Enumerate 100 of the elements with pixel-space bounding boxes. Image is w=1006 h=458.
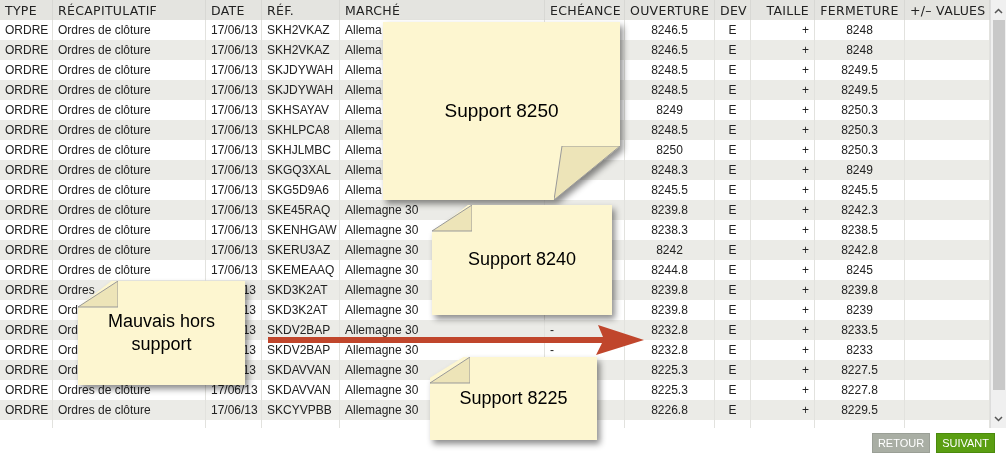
table-cell: Ordres de clôture — [58, 183, 151, 197]
table-cell: Ord — [58, 323, 78, 337]
table-cell: 17/06/13 — [211, 243, 258, 257]
table-cell: ORDRE — [5, 163, 49, 177]
table-cell: 8239.8 — [651, 303, 688, 317]
table-cell: + — [802, 383, 809, 397]
table-cell: Ordres de clôture — [58, 123, 151, 137]
table-cell: Ordres de clôture — [58, 403, 151, 417]
table-cell: E — [728, 103, 737, 117]
table-cell: 8242.8 — [841, 243, 878, 257]
table-cell: E — [728, 363, 737, 377]
table-cell: + — [802, 263, 809, 277]
table-cell: Allema — [345, 183, 382, 197]
table-cell: Allema — [345, 123, 382, 137]
table-cell: ORDRE — [5, 223, 49, 237]
table-cell: Allema — [345, 103, 382, 117]
table-cell: Allema — [345, 63, 382, 77]
table-cell: + — [802, 403, 809, 417]
table-cell: E — [728, 123, 737, 137]
table-cell: E — [728, 63, 737, 77]
table-cell: SKENHGAW — [267, 223, 337, 237]
table-cell: SKH2VKAZ — [267, 23, 330, 37]
table-cell: SKGQ3XAL — [267, 163, 332, 177]
table-cell: + — [802, 163, 809, 177]
table-cell: Ordres de clôture — [58, 43, 151, 57]
table-cell: Allemagne 30 — [345, 363, 419, 377]
table-cell: 17/06/13 — [211, 83, 258, 97]
table-cell: E — [728, 223, 737, 237]
table-cell: E — [728, 283, 737, 297]
table-cell: 8232.8 — [651, 323, 688, 337]
table-cell: E — [728, 43, 737, 57]
table-cell: Allemagne 30 — [345, 203, 419, 217]
table-cell: E — [728, 143, 737, 157]
table-cell: 8242 — [656, 243, 683, 257]
table-cell: ORDRE — [5, 303, 49, 317]
table-cell: Allemagne 30 — [345, 403, 419, 417]
table-cell: ORDRE — [5, 323, 49, 337]
table-cell: + — [802, 283, 809, 297]
table-cell: + — [802, 183, 809, 197]
table-cell: E — [728, 263, 737, 277]
table-cell: Ordres de clôture — [58, 103, 151, 117]
table-cell: Ordres de clôture — [58, 143, 151, 157]
table-cell: Allema — [345, 83, 382, 97]
table-cell: Allema — [345, 23, 382, 37]
table-cell: Allema — [345, 43, 382, 57]
table-cell: 8249 — [846, 163, 873, 177]
table-cell: 8242.3 — [841, 203, 878, 217]
table-cell: SKDV2BAP — [267, 323, 331, 337]
table-cell: + — [802, 363, 809, 377]
table-cell: 8227.8 — [841, 383, 878, 397]
table-cell: 17/06/13 — [211, 403, 258, 417]
table-cell: + — [802, 223, 809, 237]
table-cell: Ord — [58, 363, 78, 377]
table-cell: + — [802, 43, 809, 57]
table-cell: 8239.8 — [651, 283, 688, 297]
table-cell: + — [802, 203, 809, 217]
table-cell: Ordres de clôture — [58, 223, 151, 237]
table-cell: 17/06/13 — [211, 23, 258, 37]
table-cell: E — [728, 403, 737, 417]
table-cell: Ordres de clôture — [58, 163, 151, 177]
table-cell: 8245 — [846, 263, 873, 277]
note-text: Support 8250 — [444, 98, 559, 123]
table-cell: SKJDYWAH — [267, 63, 334, 77]
table-cell: Ordres de clôture — [58, 83, 151, 97]
table-cell: E — [728, 383, 737, 397]
table-cell: 8233.5 — [841, 323, 878, 337]
table-cell: - — [550, 343, 554, 357]
table-cell: + — [802, 243, 809, 257]
table-cell: Ordres de clôture — [58, 243, 151, 257]
table-cell: 8226.8 — [651, 403, 688, 417]
table-cell: 8249 — [656, 103, 683, 117]
table-cell: 17/06/13 — [211, 103, 258, 117]
table-cell: Ordres de clôture — [58, 383, 151, 397]
table-cell: 8245.5 — [651, 183, 688, 197]
table-cell: SKDAVVAN — [267, 363, 331, 377]
table-cell: 8248.5 — [651, 63, 688, 77]
table-cell: Ord — [58, 343, 78, 357]
table-cell: 17/06/13 — [211, 203, 258, 217]
table-cell: E — [728, 323, 737, 337]
table-cell: ORDRE — [5, 363, 49, 377]
table-cell: 8239 — [846, 303, 873, 317]
table-cell: SKG5D9A6 — [267, 183, 330, 197]
table-cell: ORDRE — [5, 403, 49, 417]
table-cell: 8232.8 — [651, 343, 688, 357]
table-cell: ORDRE — [5, 23, 49, 37]
table-cell: 8245.5 — [841, 183, 878, 197]
table-cell: SKD3K2AT — [267, 283, 328, 297]
table-cell: ORDRE — [5, 383, 49, 397]
table-cell: + — [802, 343, 809, 357]
table-cell: 8233 — [846, 343, 873, 357]
table-cell: SKCYVPBB — [267, 403, 332, 417]
table-cell: 17/06/13 — [211, 223, 258, 237]
table-cell: Allemagne 30 — [345, 343, 419, 357]
table-cell: Allemagne 30 — [345, 243, 419, 257]
table-cell: ORDRE — [5, 103, 49, 117]
table-cell: Ordres de clôture — [58, 263, 151, 277]
table-cell: Allema — [345, 143, 382, 157]
table-cell: SKDAVVAN — [267, 383, 331, 397]
table-cell: + — [802, 63, 809, 77]
table-cell: Allemagne 30 — [345, 303, 419, 317]
